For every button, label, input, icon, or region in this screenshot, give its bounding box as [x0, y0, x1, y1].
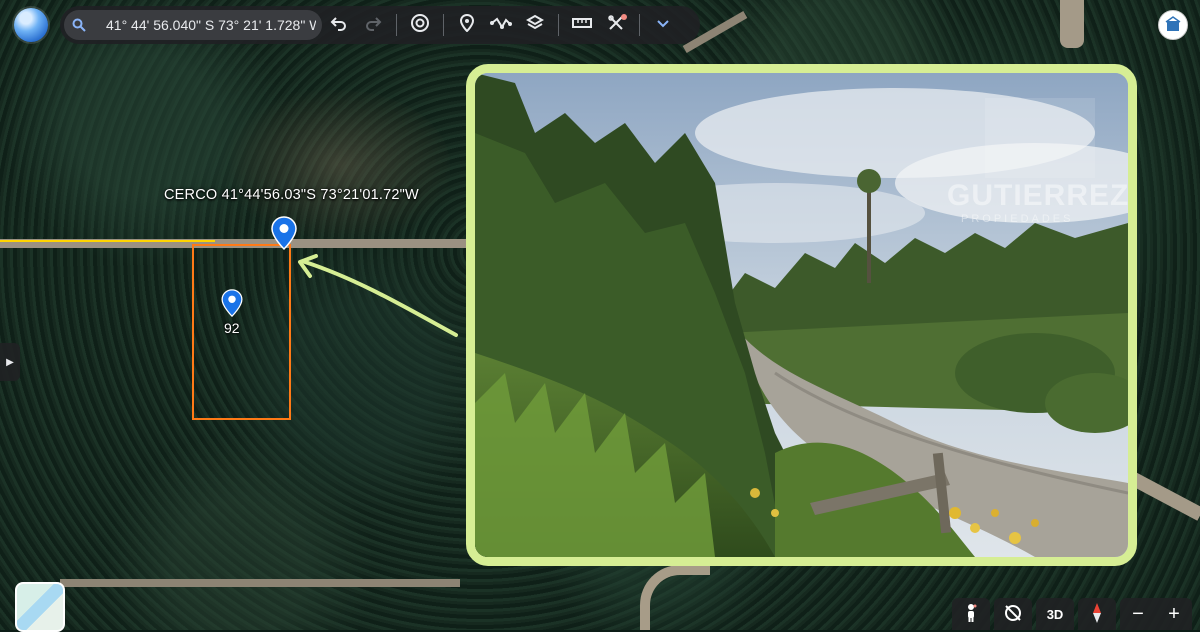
- voyager-button[interactable]: [403, 8, 437, 42]
- search-box[interactable]: [64, 10, 322, 40]
- watermark-text: GUTIERREZ: [947, 179, 1130, 212]
- google-earth-logo[interactable]: [14, 8, 48, 42]
- notification-dot: [621, 14, 627, 20]
- compass-button[interactable]: [1078, 598, 1116, 630]
- watermark-subtext: PROPIEDADES: [961, 213, 1074, 225]
- cerco-label: CERCO 41°44'56.03"S 73°21'01.72"W: [164, 187, 419, 203]
- street-view-button[interactable]: [952, 598, 990, 630]
- redo-icon: [364, 14, 382, 37]
- plot-outline[interactable]: [192, 244, 291, 420]
- plot-pin-icon[interactable]: [221, 289, 243, 317]
- ruler-icon: [572, 16, 592, 34]
- layers-button[interactable]: [518, 8, 552, 42]
- minimap-thumbnail[interactable]: [15, 582, 65, 632]
- inset-photo: GUTIERREZ PROPIEDADES: [466, 64, 1137, 566]
- place-pin-icon: [459, 13, 475, 37]
- toolbar-divider: [443, 14, 444, 36]
- toggle-3d-button[interactable]: 3D: [1036, 598, 1074, 630]
- layers-icon: [525, 14, 545, 37]
- compass-icon: [1091, 602, 1103, 627]
- redo-button[interactable]: [356, 8, 390, 42]
- agency-logo-icon: [1165, 16, 1181, 31]
- boundary-line: [0, 240, 215, 242]
- watermark-logo: [985, 98, 1095, 178]
- dirt-road: [1060, 0, 1084, 48]
- measure-button[interactable]: [565, 8, 599, 42]
- bottom-controls: 3D − +: [948, 598, 1192, 630]
- dirt-road: [1126, 470, 1200, 521]
- clearing-area: [230, 90, 450, 240]
- undo-button[interactable]: [322, 8, 356, 42]
- profile-avatar[interactable]: [1158, 10, 1188, 40]
- search-icon[interactable]: [64, 18, 94, 32]
- zoom-controls: − +: [1120, 598, 1192, 630]
- plot-number-label: 92: [224, 320, 240, 336]
- dirt-road: [640, 565, 710, 630]
- top-toolbar: [60, 6, 700, 44]
- toolbar-divider: [558, 14, 559, 36]
- toolbar-divider: [396, 14, 397, 36]
- path-icon: [490, 15, 512, 36]
- dirt-road: [60, 579, 460, 587]
- more-button[interactable]: [646, 8, 680, 42]
- side-panel-toggle[interactable]: ▶: [0, 343, 20, 381]
- undo-icon: [330, 14, 348, 37]
- rotation-lock-button[interactable]: [994, 598, 1032, 630]
- add-path-button[interactable]: [484, 8, 518, 42]
- zoom-in-button[interactable]: +: [1156, 598, 1192, 630]
- chevron-right-icon: ▶: [6, 356, 14, 368]
- pegman-icon: [964, 603, 978, 626]
- toolbar-divider: [639, 14, 640, 36]
- chevron-down-icon: [656, 16, 670, 34]
- search-input[interactable]: [94, 17, 316, 33]
- zoom-out-button[interactable]: −: [1120, 598, 1156, 630]
- voyager-icon: [410, 13, 430, 38]
- cerco-pin-icon[interactable]: [271, 216, 297, 250]
- add-placemark-button[interactable]: [450, 8, 484, 42]
- tools-button[interactable]: [599, 8, 633, 42]
- no-rotate-icon: [1003, 603, 1023, 626]
